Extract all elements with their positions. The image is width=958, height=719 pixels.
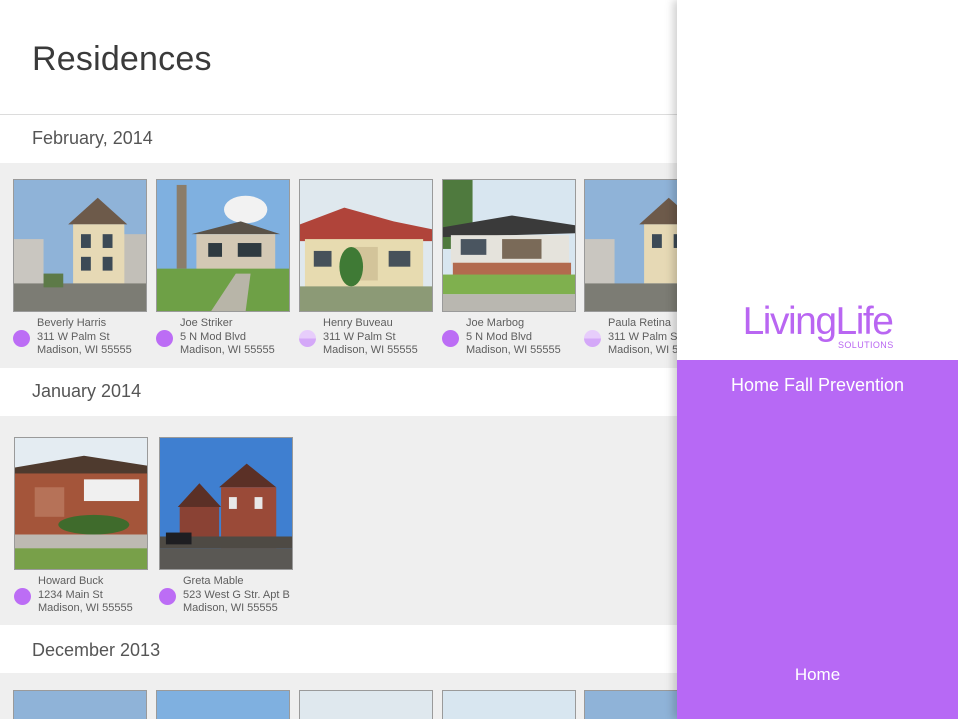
logo: LivingLife SOLUTIONS	[677, 300, 958, 350]
status-dot-icon	[156, 330, 173, 347]
section-header-december-2013: December 2013	[0, 625, 677, 673]
house-photo[interactable]	[14, 437, 148, 570]
logo-wordmark: LivingLife	[742, 300, 894, 343]
residence-card[interactable]: Paula Retina 311 W Palm St Madison, WI 5…	[584, 163, 677, 356]
logo-subtext: SOLUTIONS	[838, 340, 894, 350]
resident-city: Madison, WI 55555	[608, 344, 677, 357]
residence-card[interactable]: Joe Striker 5 N Mod Blvd Madison, WI 555…	[156, 163, 290, 356]
resident-street: 523 West G Str. Apt B	[183, 588, 290, 601]
status-dot-icon	[299, 330, 316, 347]
house-photo[interactable]	[299, 690, 433, 719]
resident-name: Paula Retina	[608, 317, 671, 329]
resident-city: Madison, WI 55555	[37, 344, 132, 357]
status-dot-icon	[584, 330, 601, 347]
residence-card[interactable]: Joe Marbog 5 N Mod Blvd Madison, WI 5555…	[442, 163, 576, 356]
resident-info: Joe Striker 5 N Mod Blvd Madison, WI 555…	[180, 317, 275, 358]
residence-card[interactable]: Henry Buveau 311 W Palm St Madison, WI 5…	[299, 163, 433, 356]
resident-street: 5 N Mod Blvd	[180, 330, 247, 343]
section-strip-february-2014: Beverly Harris 311 W Palm St Madison, WI…	[0, 163, 677, 368]
house-photo[interactable]	[442, 690, 576, 719]
house-photo[interactable]	[156, 179, 290, 312]
resident-city: Madison, WI 55555	[180, 344, 275, 357]
resident-street: 311 W Palm St	[323, 330, 396, 343]
resident-info: Paula Retina 311 W Palm St Madison, WI 5…	[608, 317, 677, 358]
resident-name: Beverly Harris	[37, 317, 107, 329]
house-photo[interactable]	[159, 437, 293, 570]
status-dot-icon	[442, 330, 459, 347]
house-photo[interactable]	[299, 179, 433, 312]
residence-card[interactable]: Howard Buck 1234 Main St Madison, WI 555…	[14, 421, 148, 614]
page-title: Residences	[32, 40, 212, 78]
resident-city: Madison, WI 55555	[38, 602, 133, 615]
home-menu-item[interactable]: Home	[677, 665, 958, 685]
status-dot-icon	[14, 588, 31, 605]
resident-name: Joe Marbog	[466, 317, 525, 329]
resident-city: Madison, WI 55555	[323, 344, 418, 357]
residences-list: Residences February, 2014 Beverly Harris…	[0, 0, 677, 719]
house-photo[interactable]	[13, 690, 147, 719]
resident-city: Madison, WI 55555	[466, 344, 561, 357]
section-label: January 2014	[32, 381, 142, 401]
house-photo[interactable]	[584, 690, 677, 719]
resident-info: Greta Mable 523 West G Str. Apt B Madiso…	[183, 575, 290, 616]
menu-area: Home Fall Prevention Home	[677, 360, 958, 719]
resident-info: Joe Marbog 5 N Mod Blvd Madison, WI 5555…	[466, 317, 561, 358]
residence-card[interactable]: Greta Mable 523 West G Str. Apt B Madiso…	[159, 421, 293, 614]
resident-name: Howard Buck	[38, 575, 104, 587]
section-header-january-2014: January 2014	[0, 368, 677, 416]
house-photo[interactable]	[156, 690, 290, 719]
resident-street: 1234 Main St	[38, 588, 103, 601]
residence-card[interactable]: Beverly Harris 311 W Palm St Madison, WI…	[13, 163, 147, 356]
resident-street: 311 W Palm St	[37, 330, 110, 343]
house-photo[interactable]	[584, 179, 677, 312]
section-label: December 2013	[32, 640, 161, 660]
resident-street: 311 W Palm St	[608, 330, 677, 343]
house-photo[interactable]	[13, 179, 147, 312]
side-menu-panel: LivingLife SOLUTIONS Home Fall Preventio…	[677, 0, 958, 719]
house-photo[interactable]	[442, 179, 576, 312]
resident-street: 5 N Mod Blvd	[466, 330, 533, 343]
resident-info: Beverly Harris 311 W Palm St Madison, WI…	[37, 317, 132, 358]
section-strip-january-2014: Howard Buck 1234 Main St Madison, WI 555…	[0, 416, 677, 625]
section-header-february-2014: February, 2014	[0, 115, 677, 163]
resident-city: Madison, WI 55555	[183, 602, 278, 615]
resident-name: Greta Mable	[183, 575, 244, 587]
resident-info: Henry Buveau 311 W Palm St Madison, WI 5…	[323, 317, 418, 358]
resident-name: Joe Striker	[180, 317, 233, 329]
section-label: February, 2014	[32, 128, 153, 148]
resident-info: Howard Buck 1234 Main St Madison, WI 555…	[38, 575, 133, 616]
resident-name: Henry Buveau	[323, 317, 393, 329]
app-subtitle: Home Fall Prevention	[730, 375, 905, 395]
status-dot-icon	[159, 588, 176, 605]
section-strip-december-2013	[0, 673, 677, 719]
status-dot-icon	[13, 330, 30, 347]
